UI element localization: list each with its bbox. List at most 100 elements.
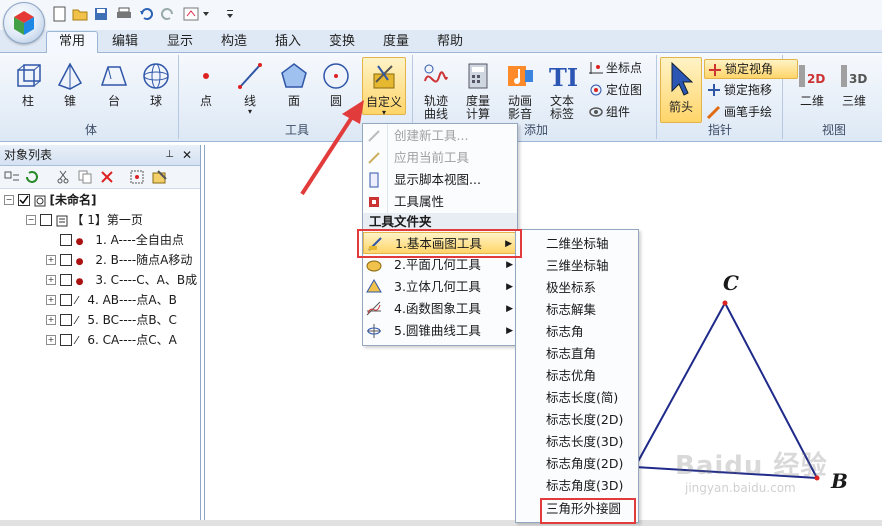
tab-edit[interactable]: 编辑 <box>100 32 150 52</box>
folder-conic-curve[interactable]: 5.圆锥曲线工具 ▶ <box>363 320 517 342</box>
lock-drag-button[interactable]: 锁定拖移 <box>704 81 772 99</box>
expand-icon[interactable]: + <box>46 314 56 325</box>
menu-show-script[interactable]: 显示脚本视图... <box>363 169 517 191</box>
locate-map-button[interactable]: 定位图 <box>586 81 642 99</box>
menu-tool-properties[interactable]: 工具属性 <box>363 191 517 213</box>
submenu-item[interactable]: 标志角度(3D) <box>516 475 623 497</box>
folder-solid-geometry[interactable]: 3.立体几何工具 ▶ <box>363 276 517 298</box>
arrow-pointer-button[interactable]: 箭头 <box>660 57 702 123</box>
expand-icon[interactable]: + <box>46 334 56 345</box>
expand-icon[interactable]: + <box>46 254 56 265</box>
page-name: 【 1】第一页 <box>71 213 143 227</box>
quick-tool-dropdown[interactable] <box>182 6 212 22</box>
delete-icon[interactable] <box>100 170 114 184</box>
sphere-button[interactable]: 球 <box>138 61 174 108</box>
tab-help[interactable]: 帮助 <box>424 32 476 52</box>
tree-page-row[interactable]: − 【 1】第一页 <box>26 211 143 229</box>
collapse-icon[interactable]: − <box>4 194 14 205</box>
tree-item[interactable]: + ⁄ 4. AB----点A、B <box>46 291 198 309</box>
folder-function-graph[interactable]: 4.函数图象工具 ▶ <box>363 298 517 320</box>
expand-all-icon[interactable] <box>4 170 20 184</box>
tree-item[interactable]: + ● 3. C----C、A、B成 <box>46 271 198 289</box>
tab-measure[interactable]: 度量 <box>370 32 422 52</box>
select-box-icon[interactable] <box>130 170 144 184</box>
item-checkbox[interactable] <box>59 233 72 246</box>
view-2d-button[interactable]: 2D 二维 <box>794 61 830 108</box>
app-menu-button[interactable] <box>3 2 45 44</box>
coordinate-point-icon <box>589 62 603 74</box>
frustum-button[interactable]: 台 <box>96 61 132 108</box>
group-pointer: 箭头 锁定视角 锁定拖移 画笔手绘 指针 <box>658 55 798 139</box>
tab-construct[interactable]: 构造 <box>208 32 260 52</box>
expand-icon[interactable]: + <box>46 274 56 285</box>
line-tool-button[interactable]: 线 ▾ <box>230 61 270 116</box>
pin-icon[interactable]: ⊥ <box>165 145 174 165</box>
animation-media-button[interactable]: 动画 影音 <box>502 61 538 121</box>
submenu-arrow-icon: ▶ <box>506 304 513 314</box>
locate-map-icon <box>590 84 602 96</box>
pyramid-icon <box>57 62 83 90</box>
tab-display[interactable]: 显示 <box>154 32 206 52</box>
page-checkbox[interactable] <box>39 213 52 226</box>
item-checkbox[interactable] <box>59 333 72 346</box>
submenu-item[interactable]: 标志长度(3D) <box>516 431 623 453</box>
new-file-icon[interactable] <box>52 6 68 22</box>
submenu-item[interactable]: 标志直角 <box>516 343 596 365</box>
save-icon[interactable] <box>93 6 109 22</box>
open-folder-icon[interactable] <box>72 6 88 22</box>
undo-icon[interactable] <box>138 6 154 22</box>
coordinate-point-button[interactable]: 坐标点 <box>586 59 642 77</box>
tree-root-row[interactable]: − [未命名] <box>4 191 96 209</box>
item-checkbox[interactable] <box>59 253 72 266</box>
view-3d-button[interactable]: 3D 三维 <box>836 61 872 108</box>
document-icon <box>34 195 46 206</box>
lock-view-icon <box>709 64 721 76</box>
segment-ca <box>634 302 726 468</box>
submenu-item[interactable]: 标志角度(2D) <box>516 453 623 475</box>
tree-item[interactable]: + ⁄ 6. CA----点C、A <box>46 331 198 349</box>
submenu-item[interactable]: 二维坐标轴 <box>516 233 609 255</box>
tree-item[interactable]: + ● 2. B----随点A移动 <box>46 251 198 269</box>
text-label-button[interactable]: TI 文本 标签 <box>544 61 580 121</box>
cone-label: 锥 <box>63 94 76 108</box>
submenu-item[interactable]: 标志优角 <box>516 365 596 387</box>
point-c[interactable] <box>722 300 728 306</box>
copy-icon[interactable] <box>78 170 92 184</box>
menu-create-tool: 创建新工具... <box>363 125 517 147</box>
submenu-item[interactable]: 标志解集 <box>516 299 596 321</box>
submenu-item[interactable]: 标志长度(简) <box>516 387 618 409</box>
submenu-item[interactable]: 标志角 <box>516 321 584 343</box>
cylinder-button[interactable]: 柱 <box>10 61 46 108</box>
point-tool-button[interactable]: 点 <box>186 61 226 108</box>
tab-transform[interactable]: 变换 <box>316 32 368 52</box>
tree-item[interactable]: ● 1. A----全自由点 <box>46 231 198 249</box>
redo-icon[interactable] <box>160 6 176 22</box>
tab-common[interactable]: 常用 <box>46 31 98 54</box>
tab-insert[interactable]: 插入 <box>262 32 314 52</box>
lock-view-button[interactable]: 锁定视角 <box>704 59 798 79</box>
line-icon <box>238 63 262 89</box>
item-checkbox[interactable] <box>59 293 72 306</box>
print-icon[interactable] <box>116 6 132 22</box>
view-3d-icon: 3D <box>841 65 867 87</box>
item-checkbox[interactable] <box>59 313 72 326</box>
expand-icon[interactable]: + <box>46 294 56 305</box>
tree-item[interactable]: + ⁄ 5. BC----点B、C <box>46 311 198 329</box>
component-button[interactable]: 组件 <box>586 103 630 121</box>
properties-icon[interactable] <box>152 170 168 184</box>
cut-icon[interactable] <box>56 170 70 184</box>
pentagon-icon <box>281 63 307 88</box>
cone-button[interactable]: 锥 <box>52 61 88 108</box>
trace-curve-button[interactable]: 轨迹 曲线 <box>418 61 454 121</box>
submenu-item[interactable]: 标志长度(2D) <box>516 409 623 431</box>
brush-draw-button[interactable]: 画笔手绘 <box>704 103 772 121</box>
item-checkbox[interactable] <box>59 273 72 286</box>
customize-qat-icon[interactable] <box>222 6 238 22</box>
submenu-item[interactable]: 三维坐标轴 <box>516 255 609 277</box>
submenu-item[interactable]: 极坐标系 <box>516 277 596 299</box>
root-checkbox[interactable] <box>17 193 30 206</box>
refresh-icon[interactable] <box>24 170 40 184</box>
close-icon[interactable]: ✕ <box>182 145 192 165</box>
collapse-icon[interactable]: − <box>26 214 36 225</box>
measure-calc-button[interactable]: 度量 计算 <box>460 61 496 121</box>
